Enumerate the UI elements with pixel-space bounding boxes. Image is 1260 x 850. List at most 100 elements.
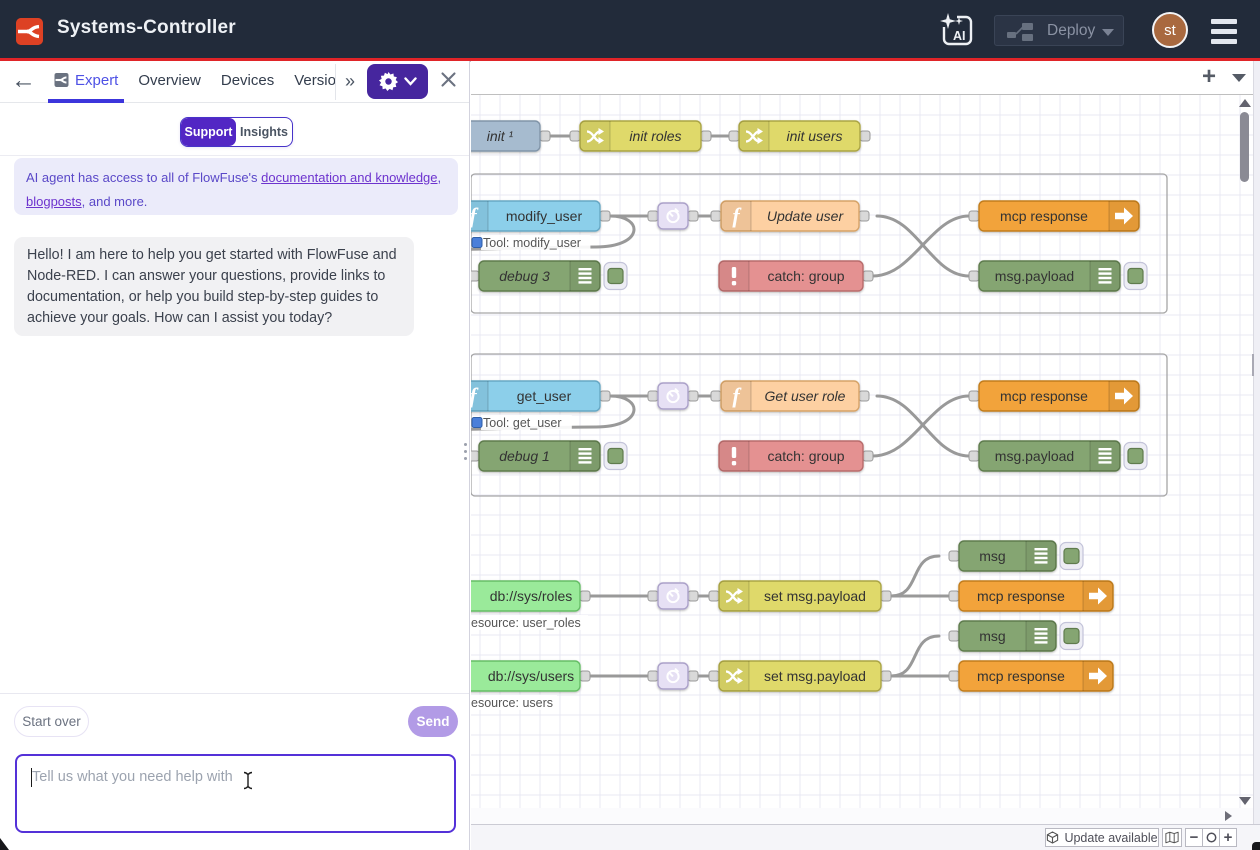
scroll-down-icon[interactable] [1239, 797, 1251, 805]
debug-toggle-state[interactable] [608, 449, 623, 464]
flow-node-catch2[interactable]: catch: group [719, 441, 873, 471]
port-in[interactable] [648, 211, 658, 221]
back-arrow-icon[interactable]: ← [11, 68, 35, 94]
port-out[interactable] [688, 671, 698, 681]
port-in[interactable] [969, 211, 979, 221]
flow-node-msg2[interactable]: msg [949, 621, 1083, 651]
port-out[interactable] [600, 391, 610, 401]
deploy-caret-icon[interactable] [1102, 29, 1114, 36]
port-in[interactable] [709, 671, 719, 681]
toggle-option-insights[interactable]: Insights [236, 118, 292, 146]
deploy-button[interactable]: Deploy [994, 15, 1124, 46]
tab-devices[interactable]: Devices [211, 61, 284, 100]
port-out[interactable] [881, 671, 891, 681]
port-out[interactable] [580, 671, 590, 681]
port-out[interactable] [859, 211, 869, 221]
port-in[interactable] [949, 551, 959, 561]
debug-toggle-state[interactable] [1064, 549, 1079, 564]
wire[interactable] [873, 396, 969, 456]
send-button[interactable]: Send [408, 706, 458, 737]
debug-toggle-state[interactable] [1128, 269, 1143, 284]
port-out[interactable] [863, 451, 873, 461]
port-in[interactable] [570, 131, 580, 141]
flow-node-initusers[interactable]: init users [729, 121, 870, 151]
canvas-hscrollbar[interactable] [471, 808, 1253, 824]
flow-node-init[interactable]: init ¹ [471, 121, 550, 151]
port-in[interactable] [949, 591, 959, 601]
add-flow-button[interactable]: + [1196, 64, 1222, 90]
debug-toggle-state[interactable] [608, 269, 623, 284]
toggle-option-support[interactable]: Support [181, 118, 236, 146]
flow-node-set2[interactable]: set msg.payload [709, 661, 891, 691]
port-in[interactable] [471, 271, 479, 281]
debug-toggle-state[interactable] [1064, 629, 1079, 644]
flow-node-debug3[interactable]: debug 3 [471, 261, 627, 291]
flow-node-delay3[interactable] [648, 583, 698, 609]
flow-node-initroles[interactable]: init roles [570, 121, 711, 151]
port-in[interactable] [969, 391, 979, 401]
port-out[interactable] [688, 211, 698, 221]
canvas-vscrollbar-thumb[interactable] [1240, 112, 1249, 182]
flow-node-delay2[interactable] [648, 383, 698, 409]
port-out[interactable] [580, 591, 590, 601]
flow-node-getrole[interactable]: fGet user role [711, 381, 869, 411]
port-out[interactable] [881, 591, 891, 601]
flow-node-mcp2[interactable]: mcp response [969, 381, 1139, 411]
flow-node-dbusers[interactable]: db://sys/usersResource: users [471, 661, 590, 710]
flowfuse-logo-icon[interactable] [16, 18, 43, 45]
port-in[interactable] [729, 131, 739, 141]
scroll-right-icon[interactable] [1225, 811, 1232, 821]
start-over-button[interactable]: Start over [14, 706, 89, 737]
port-out[interactable] [860, 131, 870, 141]
close-panel-icon[interactable] [439, 72, 457, 90]
port-out[interactable] [859, 391, 869, 401]
message-input[interactable]: Tell us what you need help with [15, 754, 456, 833]
flow-node-set1[interactable]: set msg.payload [709, 581, 891, 611]
port-in[interactable] [648, 591, 658, 601]
navigator-button[interactable] [1162, 828, 1182, 847]
port-in[interactable] [711, 391, 721, 401]
wire[interactable] [891, 636, 939, 676]
user-avatar[interactable]: st [1152, 12, 1188, 48]
flow-node-update[interactable]: fUpdate user [711, 201, 869, 231]
port-in[interactable] [648, 391, 658, 401]
port-out[interactable] [688, 391, 698, 401]
update-available-button[interactable]: Update available [1045, 828, 1159, 847]
flow-node-delay1[interactable] [648, 203, 698, 229]
zoom-in-button[interactable]: + [1219, 828, 1237, 847]
port-in[interactable] [711, 211, 721, 221]
flow-node-msg1[interactable]: msg [949, 541, 1083, 571]
panel-resize-grip[interactable] [462, 443, 468, 465]
sidebar-edge-handle[interactable] [1252, 354, 1254, 376]
flow-node-dbroles[interactable]: db://sys/rolesResource: user_roles [471, 581, 590, 630]
tab-overview[interactable]: Overview [128, 61, 211, 100]
ai-assistant-icon[interactable]: AI [940, 13, 974, 47]
flow-node-modify[interactable]: fmodify_userTool: modify_user [471, 201, 610, 250]
flow-node-msgp1[interactable]: msg.payload [969, 261, 1147, 291]
port-in[interactable] [969, 451, 979, 461]
flow-node-mcp3[interactable]: mcp response [949, 581, 1113, 611]
port-in[interactable] [648, 671, 658, 681]
flow-node-mcp1[interactable]: mcp response [969, 201, 1139, 231]
info-link[interactable]: documentation and knowledge [261, 170, 437, 185]
port-out[interactable] [600, 211, 610, 221]
port-out[interactable] [701, 131, 711, 141]
flow-node-delay4[interactable] [648, 663, 698, 689]
port-in[interactable] [709, 591, 719, 601]
list-flows-icon[interactable] [1231, 69, 1247, 85]
tabs-overflow-icon[interactable]: » [340, 69, 360, 93]
info-link[interactable]: blogposts [26, 194, 82, 209]
main-menu-icon[interactable] [1211, 19, 1237, 46]
port-out[interactable] [863, 271, 873, 281]
port-in[interactable] [471, 451, 479, 461]
scroll-up-icon[interactable] [1239, 99, 1251, 107]
tab-version-history[interactable]: Version History [284, 61, 335, 100]
wire[interactable] [873, 216, 969, 276]
flow-node-debug1[interactable]: debug 1 [471, 441, 627, 471]
port-out[interactable] [540, 131, 550, 141]
port-in[interactable] [949, 631, 959, 641]
port-in[interactable] [969, 271, 979, 281]
port-out[interactable] [688, 591, 698, 601]
settings-dropdown-button[interactable] [367, 64, 428, 99]
flow-canvas[interactable]: init ¹ init roles init users fmodify_userTo… [471, 95, 1253, 808]
